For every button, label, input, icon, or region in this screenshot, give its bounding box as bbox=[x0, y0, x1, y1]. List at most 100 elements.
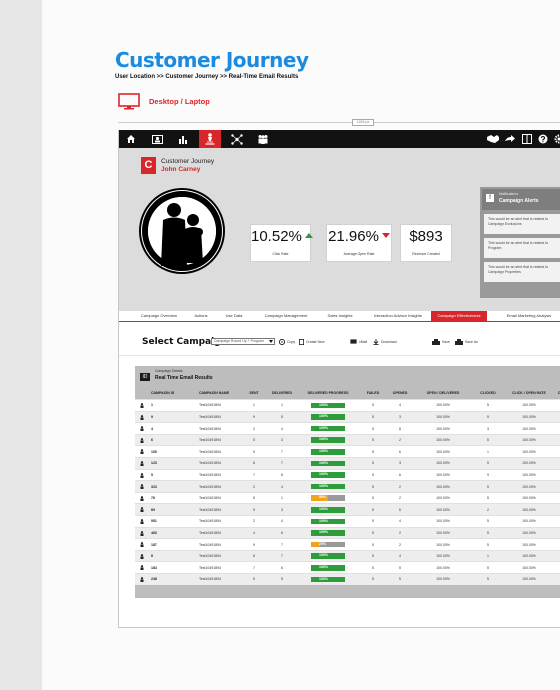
table-row[interactable]: 8 Test10491894 6 7 5 4 100.00% 1 100.00% 100% bbox=[135, 549, 560, 562]
col-click-open-rate[interactable]: CLICK / OPEN RATE bbox=[512, 391, 546, 395]
table-row[interactable]: 9 Test10491894 9 5 5 3 100.00% 5 100.00% 100% bbox=[135, 410, 560, 423]
cell-delivered: 4 bbox=[281, 519, 283, 524]
progress-label: 100% bbox=[319, 564, 328, 569]
table-row[interactable]: 5 Test10491894 7 6 5 6 100.00% 9 100.00% 100% bbox=[135, 468, 560, 481]
home-icon[interactable] bbox=[121, 132, 141, 146]
progress-label: 100% bbox=[319, 483, 328, 488]
table-row[interactable]: 323 Test10491894 2 4 5 2 100.00% 5 100.00% 100% bbox=[135, 480, 560, 492]
journey-logo: C bbox=[141, 157, 156, 174]
tab-campaign-overview[interactable]: Campaign Overview bbox=[135, 311, 183, 321]
selector-divider bbox=[119, 355, 560, 356]
cell-open-delivered: 100.00% bbox=[436, 461, 450, 466]
tab-campaign-management[interactable]: Campaign Management bbox=[258, 311, 314, 321]
notifications-panel: ! Notifications Campaign Alerts This wou… bbox=[480, 187, 560, 298]
copy-button[interactable]: Copy bbox=[279, 339, 295, 345]
save-button[interactable]: Save bbox=[432, 339, 450, 345]
cell-open-delivered: 100.00% bbox=[436, 426, 450, 431]
tab-sales-insights[interactable]: Sales Insights bbox=[323, 311, 357, 321]
table-body: 1 Test10491894 1 1 5 4 100.00% 5 100.00% 100% 9 Tes… bbox=[135, 399, 560, 585]
delivered-progress-bar: 100% bbox=[311, 576, 345, 583]
col-delivered-progress[interactable]: DELIVERED PROGRESS bbox=[308, 391, 349, 395]
cell-opened: 3 bbox=[399, 461, 401, 466]
delivered-progress-bar: 100% bbox=[311, 437, 345, 443]
cell-campaign-name: Test10491894 bbox=[199, 496, 221, 501]
col-failed[interactable]: FAILED bbox=[367, 391, 379, 395]
table-row[interactable]: 4 Test10491894 2 4 5 8 100.00% 3 100.00% 100% bbox=[135, 422, 560, 434]
table-row[interactable]: 6 Test10491894 5 3 5 2 100.00% 5 100.00% 100% bbox=[135, 433, 560, 446]
cell-opened: 2 bbox=[399, 530, 401, 535]
cell-sent: 2 bbox=[253, 426, 255, 431]
cell-sent: 7 bbox=[253, 565, 255, 570]
download-button[interactable]: Download bbox=[373, 339, 397, 345]
progress-fill bbox=[311, 425, 345, 432]
alert-item[interactable]: This would be an alert that is related t… bbox=[484, 262, 560, 282]
col-open-delivered[interactable]: OPEN / DELIVERED bbox=[427, 391, 460, 395]
table-row[interactable]: 248 Test10491894 5 5 5 5 100.00% 5 100.00% 100% bbox=[135, 572, 560, 585]
alert-item[interactable]: This would be an alert that is related t… bbox=[484, 238, 560, 258]
col-campaign-name[interactable]: CAMPAIGN NAME bbox=[199, 391, 229, 395]
table-row[interactable]: 123 Test10491894 6 7 5 3 100.00% 5 100.00% 100% bbox=[135, 456, 560, 469]
settings-icon[interactable] bbox=[549, 132, 560, 146]
tab-actions[interactable]: Actions bbox=[189, 311, 213, 321]
table-row[interactable]: 105 Test10491894 9 7 5 6 100.00% 1 100.00% 100% bbox=[135, 445, 560, 457]
table-header: CAMPAIGN ID CAMPAIGN NAME SENT DELIVERED… bbox=[135, 390, 560, 398]
progress-label: 100% bbox=[319, 448, 328, 453]
table-row[interactable]: 463 Test10491894 4 6 5 2 100.00% 5 100.00% 100% bbox=[135, 526, 560, 539]
col-campaign-id[interactable]: CAMPAIGN ID bbox=[151, 391, 174, 395]
id-card-icon[interactable] bbox=[147, 132, 167, 146]
network-icon[interactable] bbox=[227, 132, 247, 146]
cell-open-delivered: 100.00% bbox=[436, 565, 450, 570]
cell-open-delivered: 100.00% bbox=[436, 542, 450, 547]
table-row[interactable]: 1 Test10491894 1 1 5 4 100.00% 5 100.00% 100% bbox=[135, 399, 560, 411]
save-as-button[interactable]: Save As bbox=[455, 339, 478, 345]
table-row[interactable]: 187 Test10491894 9 7 5 2 100.00% 5 100.00% 25% bbox=[135, 538, 560, 550]
tab-email-marketing-analysis[interactable]: Email Marketing Analysis bbox=[497, 311, 560, 321]
user-icon bbox=[140, 461, 144, 466]
delivered-progress-bar: 100% bbox=[311, 553, 345, 559]
table-row[interactable]: 76 Test10491894 5 1 5 2 100.00% 5 100.00% 50% bbox=[135, 491, 560, 504]
campaign-dropdown-value: Campaign Round Up + Program bbox=[214, 339, 265, 343]
col-opened[interactable]: OPENED bbox=[393, 391, 408, 395]
cell-opened: 5 bbox=[399, 577, 401, 582]
col-sent[interactable]: SENT bbox=[249, 391, 258, 395]
document-icon bbox=[299, 339, 304, 345]
cell-open-delivered: 100.00% bbox=[436, 554, 450, 559]
cell-sent: 1 bbox=[253, 403, 255, 408]
campaign-dropdown[interactable]: Campaign Round Up + Program bbox=[211, 338, 275, 345]
cell-campaign-name: Test10491894 bbox=[199, 507, 221, 512]
user-icon bbox=[140, 437, 144, 443]
cell-clicked: 5 bbox=[487, 403, 489, 408]
cell-click-open-rate: 100.00% bbox=[522, 519, 536, 524]
users-icon[interactable] bbox=[253, 132, 273, 146]
chevron-down-icon bbox=[269, 340, 273, 343]
cell-campaign-id: 6 bbox=[151, 438, 153, 443]
cell-click-open-rate: 100.00% bbox=[522, 484, 536, 489]
left-gutter bbox=[0, 0, 42, 690]
cell-campaign-name: Test10491894 bbox=[199, 484, 221, 489]
col-clicked[interactable]: CLICKED bbox=[480, 391, 496, 395]
cell-campaign-id: 8 bbox=[151, 554, 153, 559]
device-label: Desktop / Laptop bbox=[149, 97, 210, 106]
table-row[interactable]: 184 Test10491894 7 6 5 5 100.00% 5 100.00% 100% bbox=[135, 561, 560, 573]
table-row[interactable]: 89 Test10491894 9 3 5 6 100.00% 2 100.00% 100% bbox=[135, 503, 560, 515]
alert-item[interactable]: This would be an alert that is related t… bbox=[484, 214, 560, 234]
bar-chart-icon[interactable] bbox=[173, 132, 193, 146]
width-tag: 1024 px bbox=[352, 119, 374, 126]
cell-delivered: 3 bbox=[281, 438, 283, 443]
tab-interaction-advisor-insights[interactable]: Interaction Advisor Insights bbox=[366, 311, 430, 321]
create-new-button[interactable]: Create New bbox=[299, 339, 324, 345]
cell-delivered: 5 bbox=[281, 414, 283, 419]
save-as-icon bbox=[455, 339, 463, 345]
tab-use-data[interactable]: Use Data bbox=[222, 311, 246, 321]
cell-sent: 6 bbox=[253, 461, 255, 466]
delivered-progress-bar: 100% bbox=[311, 448, 345, 455]
col-delivered[interactable]: DELIVERED bbox=[272, 391, 292, 395]
xmail-button[interactable]: xMail bbox=[350, 339, 367, 344]
progress-fill bbox=[311, 448, 345, 455]
cell-campaign-id: 105 bbox=[151, 449, 157, 454]
user-icon bbox=[140, 519, 144, 524]
table-row[interactable]: 951 Test10491894 2 4 5 4 100.00% 5 100.00% 100% bbox=[135, 514, 560, 527]
journey-icon[interactable] bbox=[199, 130, 221, 148]
delivered-progress-bar: 100% bbox=[311, 460, 345, 467]
tab-campaign-effectiveness[interactable]: Campaign Effectiveness bbox=[431, 311, 487, 321]
